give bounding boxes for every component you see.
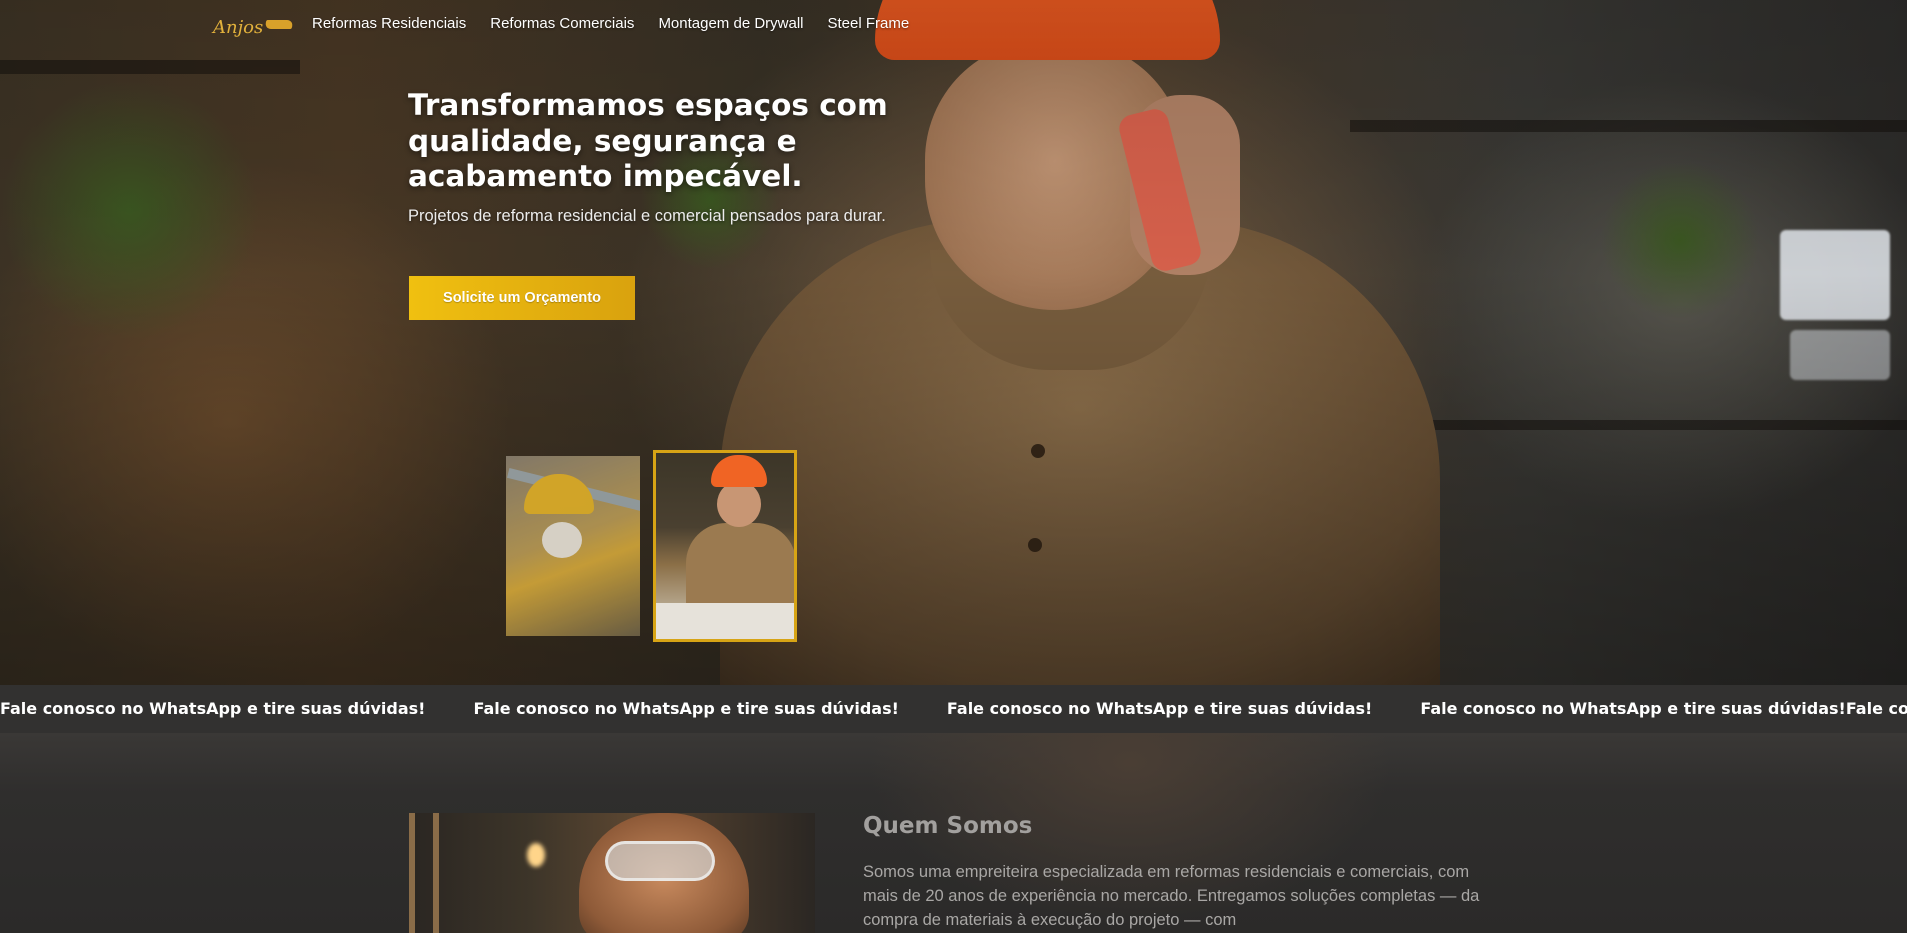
about-image-lamp (527, 843, 545, 867)
logo-wordmark: Anjos (213, 16, 264, 38)
nav-link-reformas-residenciais[interactable]: Reformas Residenciais (312, 15, 466, 32)
hero-overlay (0, 0, 1907, 685)
marquee-item: Fale conosco no WhatsApp e tire suas dúv… (946, 699, 1373, 718)
marquee-item: Fale conosco no WhatsApp e tire suas dúv… (1420, 699, 1846, 718)
hero-thumbnail-welder[interactable] (506, 456, 640, 636)
hero-section: Anjos Reformas Residenciais Reformas Com… (0, 0, 1907, 685)
thumbnail-blueprint (656, 603, 794, 639)
nav-link-reformas-comerciais[interactable]: Reformas Comerciais (490, 15, 634, 32)
thumbnail-head (717, 481, 761, 527)
thumbnail-mask (542, 522, 582, 558)
marquee-track: Fale conosco no WhatsApp e tire suas dúv… (0, 699, 1907, 718)
thumbnail-shirt (686, 523, 794, 603)
hero-title: Transformamos espaços com qualidade, seg… (408, 88, 888, 193)
about-image (409, 813, 815, 933)
nav-link-montagem-de-drywall[interactable]: Montagem de Drywall (658, 15, 803, 32)
golden-wing-icon (263, 19, 295, 29)
request-quote-button[interactable]: Solicite um Orçamento (409, 276, 635, 320)
about-image-scaffold (409, 813, 439, 933)
whatsapp-marquee[interactable]: Fale conosco no WhatsApp e tire suas dúv… (0, 685, 1907, 733)
marquee-item: Fale conosco no WhatsApp e tire suas dúv… (1845, 699, 1907, 718)
about-text: Somos uma empreiteira especializada em r… (863, 863, 1480, 929)
nav-links: Reformas Residenciais Reformas Comerciai… (312, 15, 909, 32)
hero-subtitle: Projetos de reforma residencial e comerc… (408, 207, 886, 225)
nav-link-steel-frame[interactable]: Steel Frame (828, 15, 910, 32)
about-image-goggles (605, 841, 715, 881)
thumbnail-helmet (711, 455, 767, 487)
about-section: Quem Somos Somos uma empreiteira especia… (0, 733, 1907, 933)
marquee-item: Fale conosco no WhatsApp e tire suas dúv… (473, 699, 899, 718)
marquee-item: Fale conosco no WhatsApp e tire suas dúv… (0, 699, 426, 718)
hero-thumbnail-engineer[interactable] (653, 450, 797, 642)
top-navigation: Anjos Reformas Residenciais Reformas Com… (0, 0, 1907, 54)
brand-logo[interactable]: Anjos (213, 12, 295, 42)
about-title: Quem Somos (863, 813, 1033, 839)
